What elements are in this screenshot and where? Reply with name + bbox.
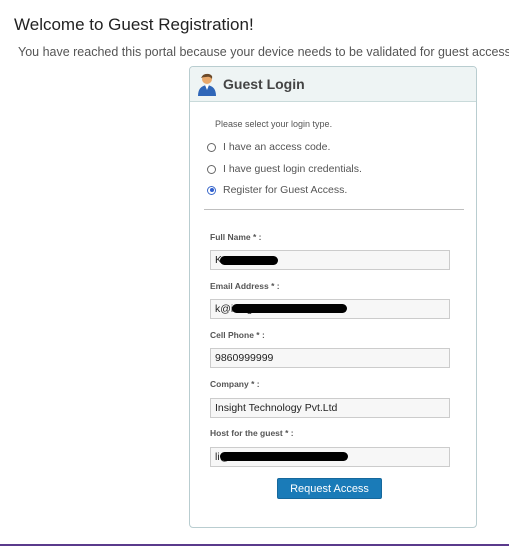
- option-label: I have guest login credentials.: [223, 163, 362, 175]
- radio-register[interactable]: [207, 185, 216, 195]
- redaction-mark: [220, 452, 348, 461]
- page-title: Welcome to Guest Registration!: [14, 15, 254, 34]
- page-subtitle: You have reached this portal because you…: [18, 45, 509, 59]
- option-label: Register for Guest Access.: [223, 184, 348, 196]
- request-access-button[interactable]: Request Access: [277, 478, 382, 499]
- company-field[interactable]: [210, 398, 450, 418]
- radio-access-code[interactable]: [207, 142, 216, 152]
- redaction-mark: [232, 304, 347, 313]
- redaction-mark: [220, 256, 278, 265]
- email-label: Email Address * :: [210, 281, 280, 291]
- panel-header: Guest Login: [190, 67, 476, 102]
- cell-phone-label: Cell Phone * :: [210, 330, 265, 340]
- person-icon: [197, 72, 217, 96]
- option-register[interactable]: Register for Guest Access.: [207, 184, 347, 196]
- option-access-code[interactable]: I have an access code.: [207, 141, 330, 153]
- option-label: I have an access code.: [223, 141, 331, 153]
- guest-login-panel: Guest Login Please select your login typ…: [189, 66, 477, 528]
- cell-phone-field[interactable]: [210, 348, 450, 368]
- host-label: Host for the guest * :: [210, 428, 294, 438]
- radio-guest-credentials[interactable]: [207, 164, 216, 174]
- full-name-label: Full Name * :: [210, 232, 262, 242]
- login-type-prompt: Please select your login type.: [215, 119, 333, 129]
- option-guest-credentials[interactable]: I have guest login credentials.: [207, 163, 362, 175]
- company-label: Company * :: [210, 379, 260, 389]
- divider: [204, 209, 464, 210]
- bottom-divider: [0, 544, 509, 546]
- panel-title: Guest Login: [223, 76, 305, 92]
